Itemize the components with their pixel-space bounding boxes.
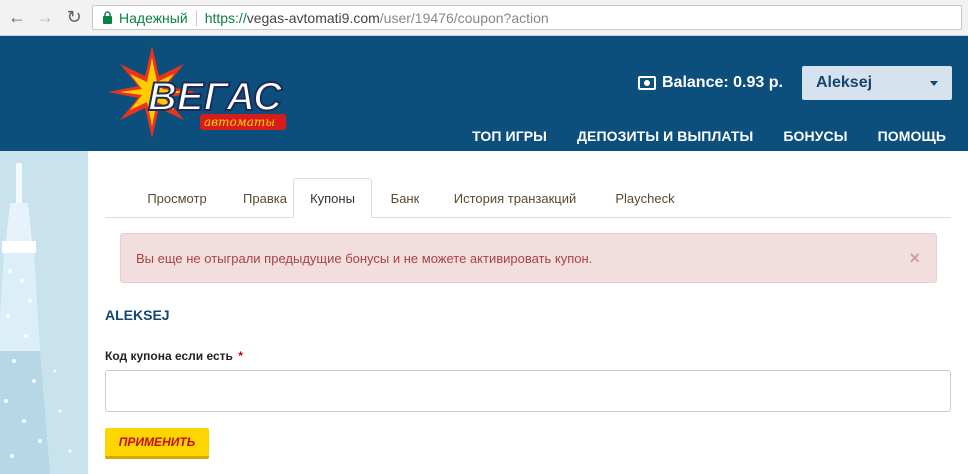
required-marker: *	[238, 349, 243, 363]
balance-display: Balance: 0.93 р.	[638, 74, 783, 92]
coupon-field-label: Код купона если есть *	[105, 349, 243, 363]
account-tabs: Просмотр Правка Купоны Банк История тран…	[105, 178, 951, 218]
apply-coupon-button[interactable]: ПРИМЕНИТЬ	[105, 428, 209, 459]
url-scheme: https://	[204, 9, 247, 26]
error-alert: Вы еще не отыграли предыдущие бонусы и н…	[120, 233, 937, 283]
browser-toolbar: ← → ↻ Надежный https://vegas-avtomati9.c…	[0, 0, 968, 36]
secure-label: Надежный	[119, 9, 188, 26]
vegas-logo[interactable]: ВЕГАС автоматы	[104, 44, 294, 140]
user-menu-dropdown[interactable]: Aleksej	[802, 66, 952, 100]
close-icon[interactable]: ×	[909, 248, 920, 269]
back-arrow-icon[interactable]: ←	[6, 6, 28, 28]
tab-view[interactable]: Просмотр	[122, 178, 232, 218]
account-username: ALEKSEJ	[105, 307, 170, 323]
url-path: /user/19476/coupon?action	[379, 9, 549, 26]
address-divider	[195, 9, 197, 26]
tab-playcheck[interactable]: Playcheck	[600, 178, 690, 218]
nav-top-games[interactable]: ТОП ИГРЫ	[472, 128, 547, 144]
nav-help[interactable]: ПОМОЩЬ	[878, 128, 946, 144]
logo-wordmark: ВЕГАС	[148, 75, 283, 119]
url-host: vegas-avtomati9.com	[246, 9, 380, 26]
tab-transaction-history[interactable]: История транзакций	[445, 178, 585, 218]
nav-deposits-payouts[interactable]: ДЕПОЗИТЫ И ВЫПЛАТЫ	[577, 128, 753, 144]
main-navigation: ТОП ИГРЫ ДЕПОЗИТЫ И ВЫПЛАТЫ БОНУСЫ ПОМОЩ…	[442, 128, 946, 144]
tab-bank[interactable]: Банк	[378, 178, 432, 218]
coupon-label-text: Код купона если есть	[105, 349, 233, 363]
lock-icon	[99, 10, 115, 26]
tab-coupons[interactable]: Купоны	[293, 178, 372, 218]
banknote-icon	[638, 76, 656, 90]
balance-text: Balance: 0.93 р.	[662, 74, 783, 91]
alert-message: Вы еще не отыграли предыдущие бонусы и н…	[136, 250, 593, 266]
user-menu-name: Aleksej	[816, 74, 873, 91]
coupon-code-input[interactable]	[105, 370, 951, 412]
chevron-down-icon	[930, 81, 938, 86]
logo-subtext: автоматы	[204, 115, 275, 129]
reload-icon[interactable]: ↻	[63, 6, 85, 28]
forward-arrow-icon[interactable]: →	[34, 6, 56, 28]
side-background-image	[0, 151, 88, 474]
address-bar[interactable]: Надежный https://vegas-avtomati9.com/use…	[92, 5, 962, 30]
main-content: Просмотр Правка Купоны Банк История тран…	[88, 151, 968, 474]
nav-bonuses[interactable]: БОНУСЫ	[783, 128, 847, 144]
site-header: ВЕГАС автоматы Balance: 0.93 р. Aleksej …	[0, 36, 968, 151]
